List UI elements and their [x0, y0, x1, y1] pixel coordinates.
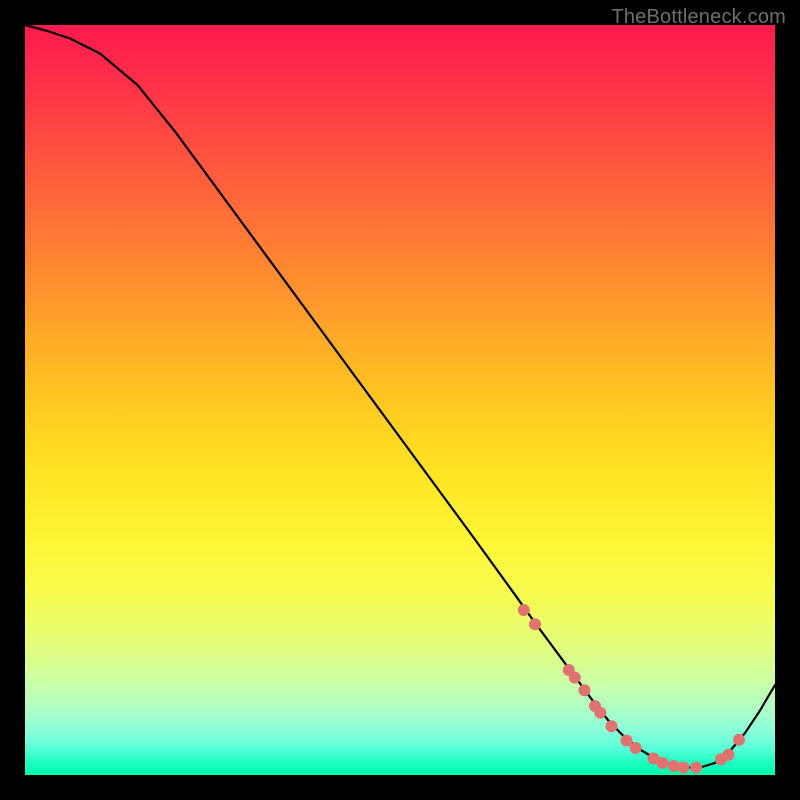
marker-dot — [630, 742, 642, 754]
marker-dot — [678, 762, 690, 774]
watermark-text: TheBottleneck.com — [611, 6, 786, 29]
marker-dot — [594, 707, 606, 719]
marker-dot — [733, 734, 745, 746]
marker-dot — [529, 618, 541, 630]
curve-svg — [25, 25, 775, 775]
plot-area — [25, 25, 775, 775]
marker-dot — [569, 672, 581, 684]
marker-dot — [657, 757, 669, 769]
marker-dot — [690, 762, 702, 774]
bottleneck-curve — [25, 25, 775, 768]
marker-dots — [518, 604, 745, 774]
marker-dot — [518, 604, 530, 616]
chart-stage: TheBottleneck.com — [0, 0, 800, 800]
marker-dot — [723, 749, 735, 761]
marker-dot — [579, 684, 591, 696]
marker-dot — [606, 720, 618, 732]
